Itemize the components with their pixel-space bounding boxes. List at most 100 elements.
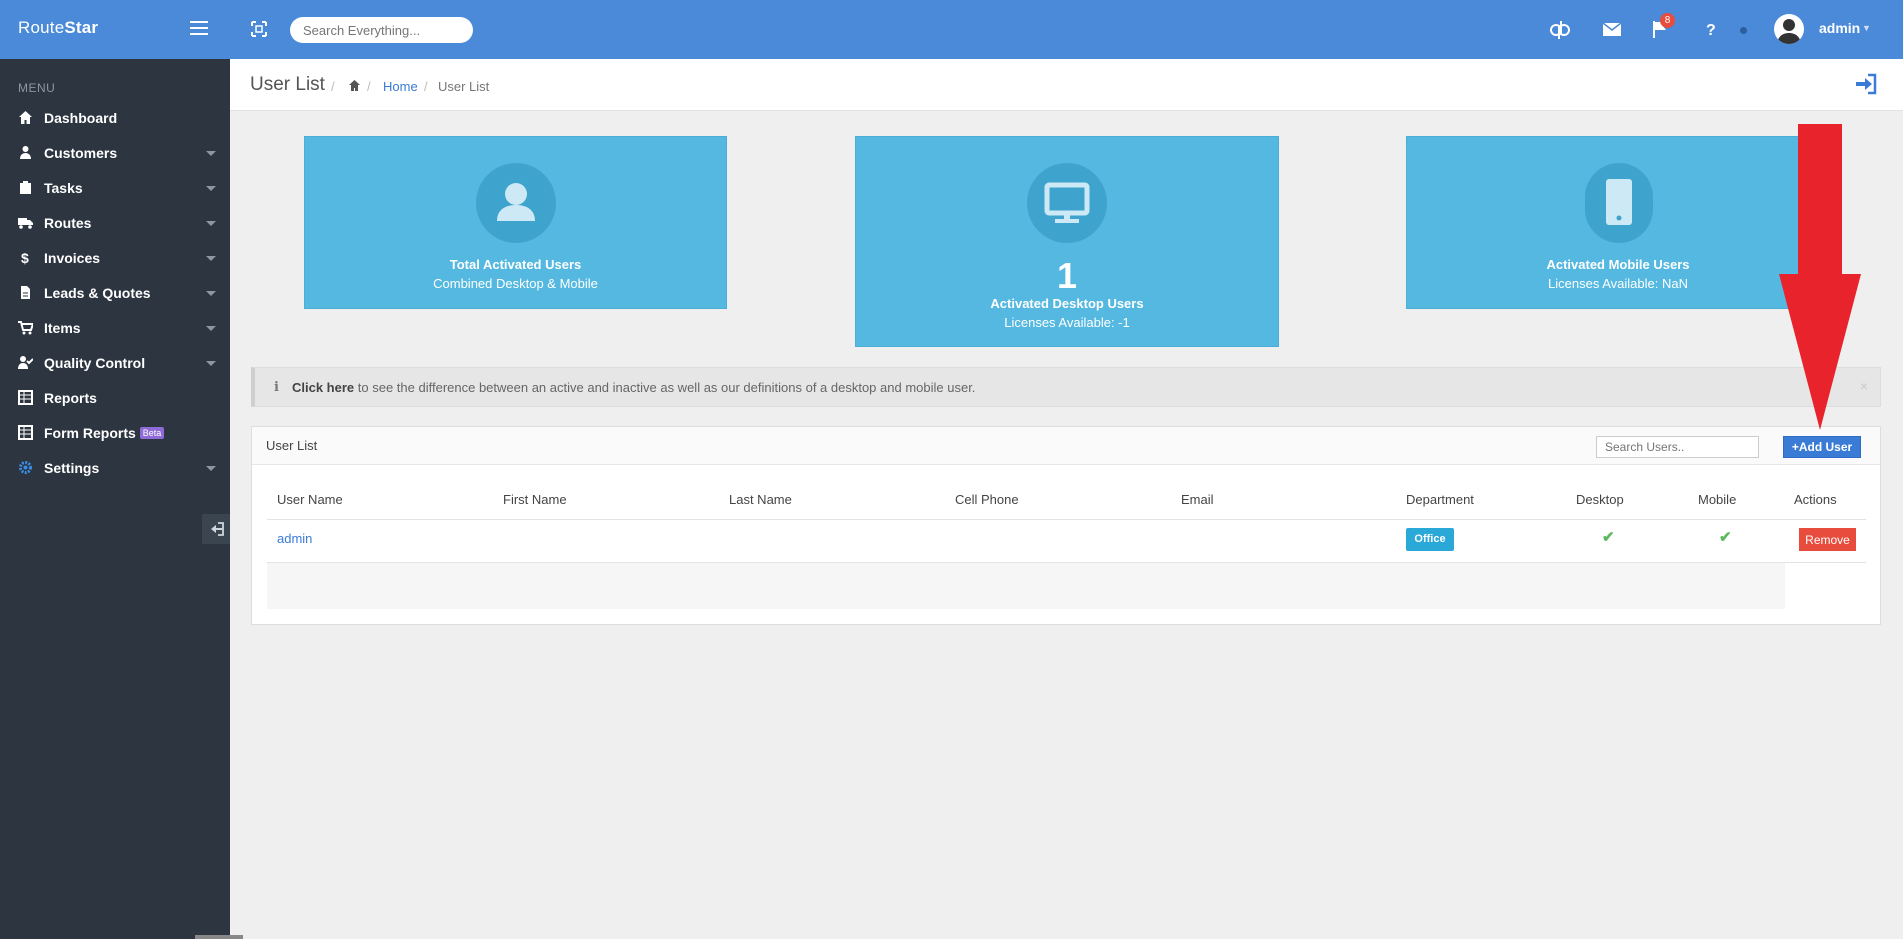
column-header[interactable]: Mobile xyxy=(1698,492,1736,507)
sidebar-item-form-reports[interactable]: Form Reports Beta xyxy=(0,418,230,448)
breadcrumb-separator: / xyxy=(424,79,428,94)
column-header[interactable]: Last Name xyxy=(729,492,792,507)
panel-title: User List xyxy=(266,438,318,453)
sidebar-item-label: Form Reports Beta xyxy=(44,425,165,441)
sign-in-icon[interactable] xyxy=(1854,72,1878,96)
info-alert: i Click here to see the difference betwe… xyxy=(251,367,1881,407)
clipboard-icon xyxy=(20,181,31,194)
remove-user-button[interactable]: Remove xyxy=(1799,528,1856,551)
sidebar-item-quality-control[interactable]: Quality Control xyxy=(0,348,230,378)
desktop-check-icon: ✔ xyxy=(1602,529,1615,546)
red-arrow-annotation xyxy=(1779,124,1861,430)
help-icon[interactable]: ? xyxy=(1700,18,1722,40)
sidebar-item-dashboard[interactable]: Dashboard xyxy=(0,103,230,133)
caret-down-icon xyxy=(206,256,216,261)
sidebar-item-customers[interactable]: Customers xyxy=(0,138,230,168)
sidebar-item-label: Settings xyxy=(44,460,100,476)
monitor-icon xyxy=(1044,182,1090,223)
collapse-sidebar-icon xyxy=(211,522,224,536)
quickbooks-icon[interactable] xyxy=(1549,18,1571,40)
plus-icon: + xyxy=(1791,440,1799,454)
breadcrumb-current: User List xyxy=(438,79,490,94)
chevron-down-icon[interactable]: ▼ xyxy=(1862,23,1871,33)
add-user-button[interactable]: +Add User xyxy=(1783,436,1861,458)
document-icon xyxy=(21,286,30,299)
sidebar-item-invoices[interactable]: $ Invoices xyxy=(0,243,230,273)
user-icon xyxy=(497,183,535,221)
page-header: User List / / Home / User List xyxy=(230,59,1903,111)
menu-heading: MENU xyxy=(18,81,56,95)
table-icon xyxy=(18,425,33,440)
sidebar-item-settings[interactable]: Settings xyxy=(0,453,230,483)
notification-badge: 8 xyxy=(1660,13,1675,28)
alert-text: Click here to see the difference between… xyxy=(292,380,976,395)
card-icon-circle xyxy=(1027,163,1107,243)
caret-down-icon xyxy=(206,221,216,226)
sidebar-item-items[interactable]: Items xyxy=(0,313,230,343)
sidebar-item-label: Reports xyxy=(44,390,97,406)
caret-down-icon xyxy=(206,466,216,471)
click-here-link[interactable]: Click here xyxy=(292,380,354,395)
svg-text:?: ? xyxy=(1706,22,1716,39)
card-icon-circle xyxy=(476,163,556,243)
column-header[interactable]: Desktop xyxy=(1576,492,1624,507)
page-title: User List xyxy=(250,74,325,95)
column-header[interactable]: Email xyxy=(1181,492,1214,507)
mobile-icon xyxy=(1606,179,1632,225)
svg-text:$: $ xyxy=(21,250,29,265)
sidebar-collapse-button[interactable] xyxy=(202,514,230,544)
sidebar-item-reports[interactable]: Reports xyxy=(0,383,230,413)
card-title: Activated Desktop Users xyxy=(990,296,1144,311)
gear-icon xyxy=(19,461,32,474)
global-search-input[interactable] xyxy=(290,17,473,43)
column-header[interactable]: Department xyxy=(1406,492,1474,507)
card-title: Activated Mobile Users xyxy=(1546,257,1690,272)
card-count: 1 xyxy=(1056,255,1078,296)
fullscreen-icon[interactable] xyxy=(251,21,267,37)
card-title: Total Activated Users xyxy=(449,257,582,272)
panel-header: User List +Add User xyxy=(252,427,1880,465)
sidebar-item-routes[interactable]: Routes xyxy=(0,208,230,238)
avatar[interactable] xyxy=(1774,14,1804,44)
column-header: Actions xyxy=(1794,492,1837,507)
breadcrumb-separator: / xyxy=(367,79,371,94)
caret-down-icon xyxy=(206,186,216,191)
sidebar-item-label: Invoices xyxy=(44,250,101,266)
column-header[interactable]: Cell Phone xyxy=(955,492,1019,507)
sidebar: MENU Dashboard Customers Tasks Routes $ … xyxy=(0,59,230,939)
card-subtitle: Licenses Available: -1 xyxy=(1004,315,1130,330)
table-divider xyxy=(267,519,1866,520)
sidebar-item-label: Leads & Quotes xyxy=(44,285,151,301)
brand-logo[interactable]: RouteStar xyxy=(18,18,98,38)
stat-card-total-users: Total Activated Users Combined Desktop &… xyxy=(304,136,727,309)
breadcrumb-home[interactable]: Home xyxy=(383,79,418,94)
card-subtitle: Licenses Available: NaN xyxy=(1548,276,1688,291)
brand-name-light: Route xyxy=(18,18,65,37)
sidebar-item-label: Routes xyxy=(44,215,92,231)
column-header[interactable]: First Name xyxy=(503,492,567,507)
beta-badge: Beta xyxy=(139,427,165,439)
sidebar-item-leads-quotes[interactable]: Leads & Quotes xyxy=(0,278,230,308)
mobile-check-icon: ✔ xyxy=(1719,529,1732,546)
column-header[interactable]: User Name xyxy=(277,492,343,507)
user-name-link[interactable]: admin xyxy=(277,531,312,546)
sidebar-item-tasks[interactable]: Tasks xyxy=(0,173,230,203)
cart-icon xyxy=(18,321,33,335)
stat-card-desktop-users: 1 Activated Desktop Users Licenses Avail… xyxy=(855,136,1279,347)
hamburger-menu-icon[interactable] xyxy=(190,21,208,35)
caret-down-icon xyxy=(206,291,216,296)
sidebar-item-label: Customers xyxy=(44,145,118,161)
user-icon xyxy=(20,146,31,159)
user-menu-name[interactable]: admin xyxy=(1819,20,1860,36)
search-users-input[interactable] xyxy=(1596,436,1759,458)
top-navbar: RouteStar 8 ? admin ▼ xyxy=(0,0,1903,59)
caret-down-icon xyxy=(206,326,216,331)
status-dot-icon xyxy=(1740,27,1747,34)
breadcrumb-home-icon[interactable] xyxy=(348,79,361,92)
horizontal-scrollbar[interactable] xyxy=(195,935,243,939)
info-icon: i xyxy=(274,380,279,395)
caret-down-icon xyxy=(206,151,216,156)
home-icon xyxy=(19,111,32,124)
stat-card-mobile-users: Activated Mobile Users Licenses Availabl… xyxy=(1406,136,1830,309)
mail-icon[interactable] xyxy=(1601,18,1623,40)
